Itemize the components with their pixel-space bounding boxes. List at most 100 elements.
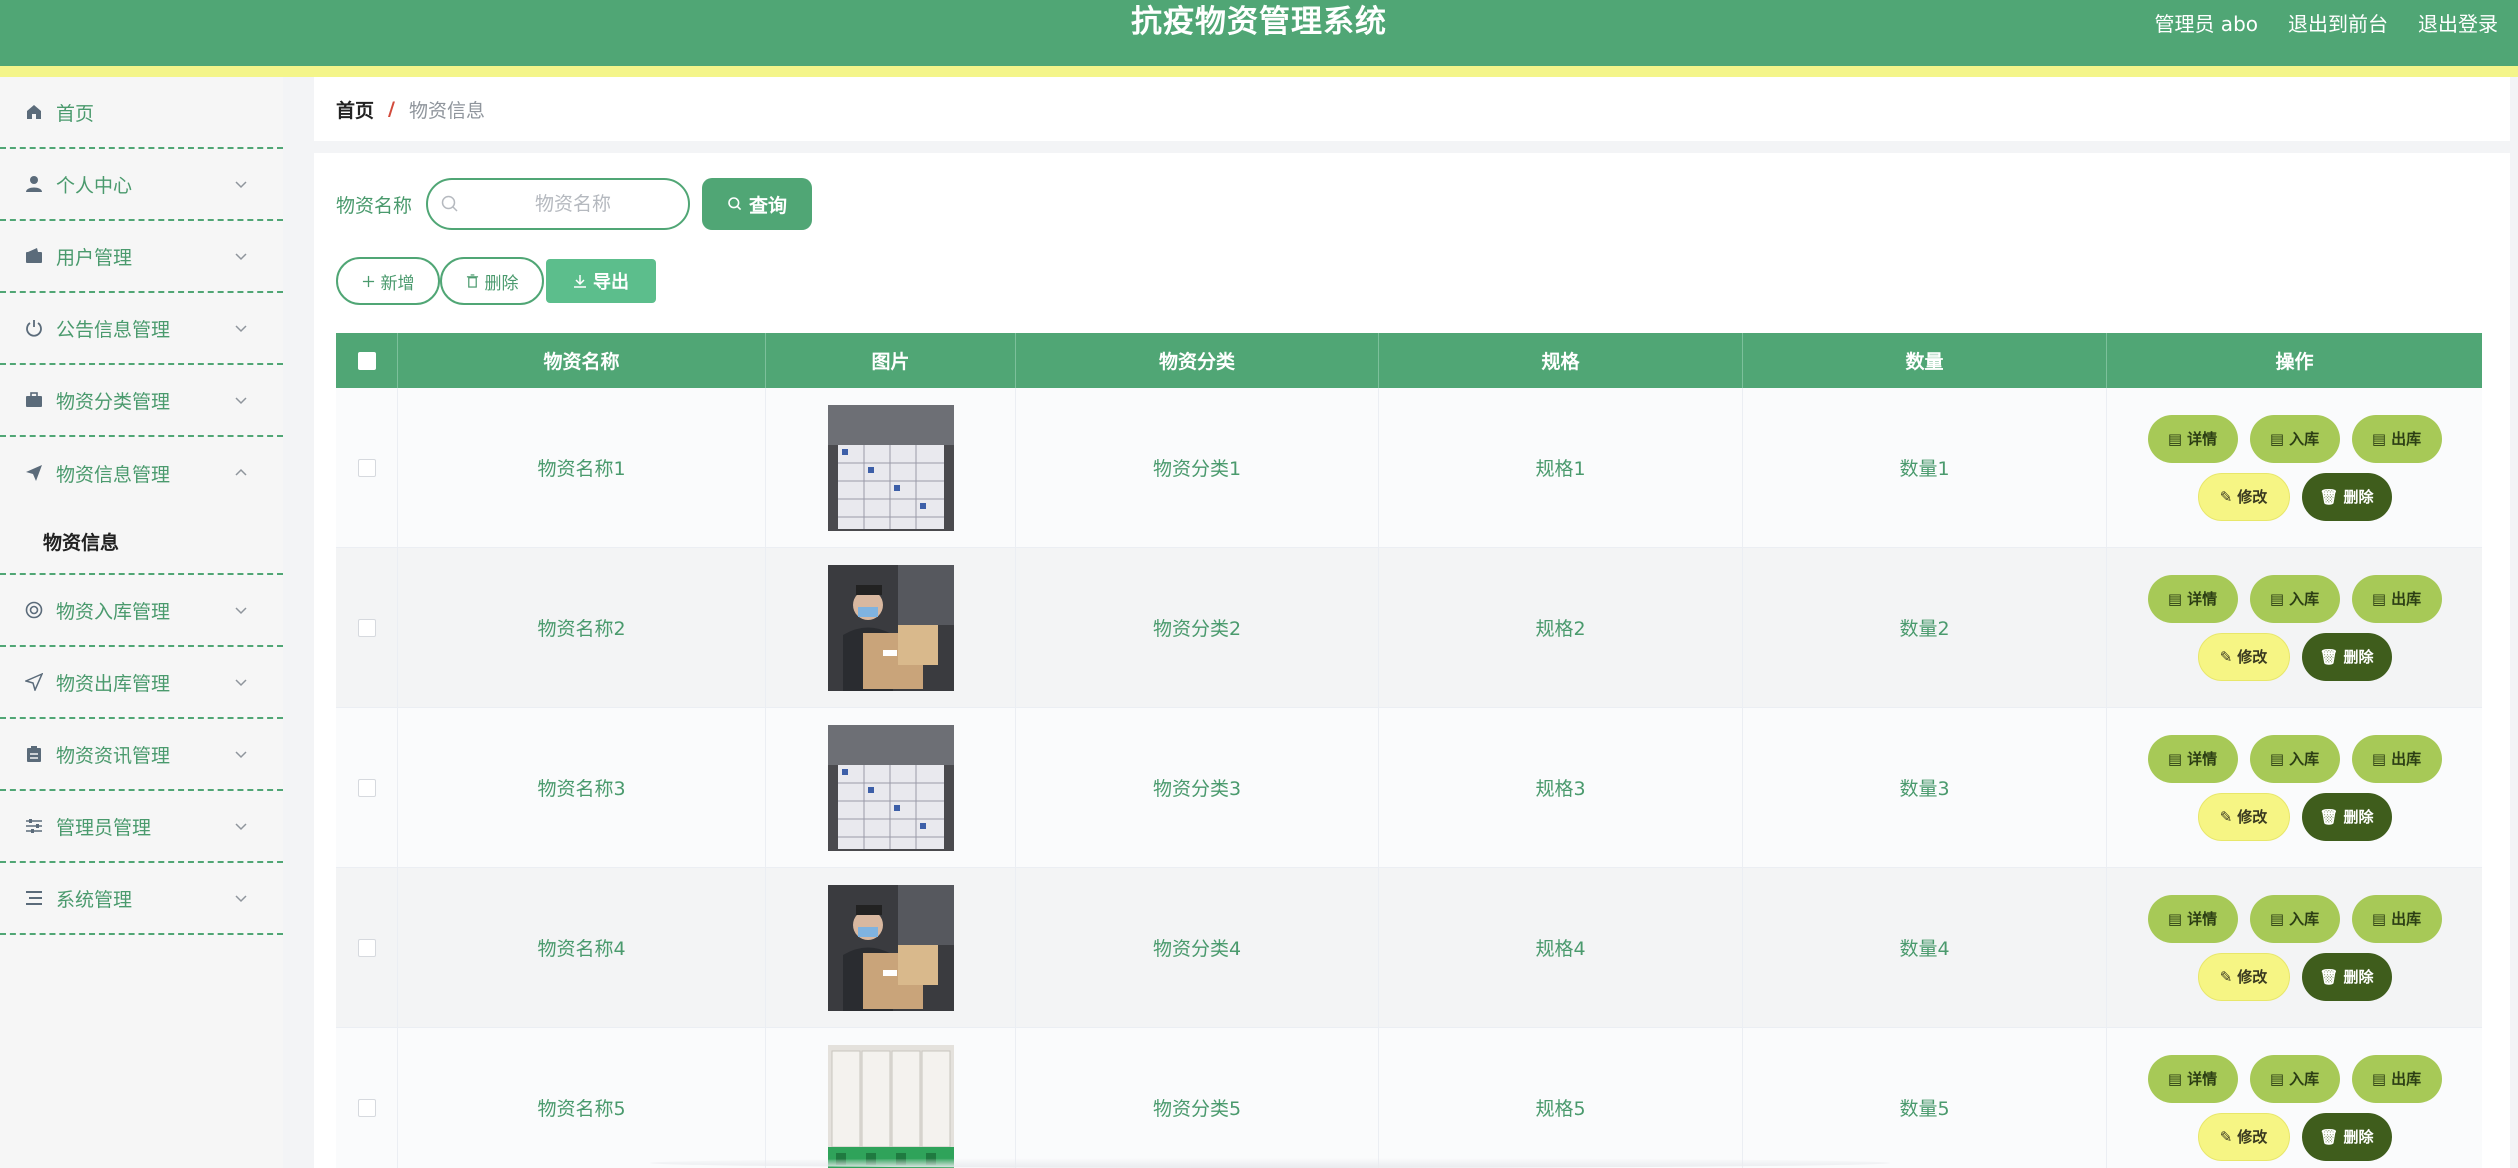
delete-button[interactable]: 🗑 删除	[2301, 472, 2392, 521]
breadcrumb-current: 物资信息	[408, 99, 485, 122]
stock-out-button-label: 出库	[2391, 1070, 2422, 1088]
stock-in-button[interactable]: ▤ 入库	[2249, 574, 2340, 623]
cell-category: 物资分类3	[1016, 708, 1379, 867]
cell-image	[766, 708, 1016, 867]
doc-icon: ▤	[2371, 909, 2387, 928]
stock-in-button-label: 入库	[2289, 910, 2320, 928]
search-input[interactable]	[468, 188, 679, 220]
sidebar-item-label: 物资分类管理	[56, 390, 171, 413]
material-photo-boxes[interactable]	[827, 404, 954, 531]
query-button[interactable]: 查询	[702, 178, 813, 230]
column-header-spec[interactable]: 规格	[1379, 333, 1743, 388]
column-header-name[interactable]: 物资名称	[398, 333, 766, 388]
row-select-cell	[336, 868, 398, 1027]
cell-actions: ▤ 详情 ▤ 入库 ▤ 出库 ✎ 修改 🗑 删除	[2107, 708, 2482, 867]
search-box	[426, 178, 691, 230]
pencil-icon: ✎	[2219, 1127, 2233, 1146]
sidebar-item-personal-center[interactable]: 个人中心	[0, 149, 283, 221]
detail-button-label: 详情	[2187, 1070, 2218, 1088]
stock-in-button[interactable]: ▤ 入库	[2249, 894, 2340, 943]
material-photo-person-with-box[interactable]	[827, 564, 954, 691]
edit-button[interactable]: ✎ 修改	[2197, 1112, 2290, 1161]
detail-button[interactable]: ▤ 详情	[2147, 1054, 2238, 1103]
chevron-down-icon	[235, 397, 247, 405]
breadcrumb-home[interactable]: 首页	[336, 96, 374, 123]
row-checkbox[interactable]	[357, 938, 376, 957]
sidebar-item-home[interactable]: 首页	[0, 77, 283, 149]
row-checkbox[interactable]	[357, 458, 376, 477]
logout-link[interactable]: 退出登录	[2418, 8, 2498, 37]
column-header-quantity[interactable]: 数量	[1743, 333, 2107, 388]
row-select-cell	[336, 548, 398, 707]
row-checkbox[interactable]	[357, 778, 376, 797]
cell-category: 物资分类5	[1016, 1028, 1379, 1168]
trash-icon: 🗑	[2319, 647, 2339, 666]
chevron-down-icon	[235, 181, 247, 189]
edit-button[interactable]: ✎ 修改	[2197, 632, 2290, 681]
doc-icon: ▤	[2167, 749, 2183, 768]
cell-category: 物资分类4	[1016, 868, 1379, 1027]
delete-button[interactable]: 🗑 删除	[2301, 632, 2392, 681]
delete-button-label: 删除	[2343, 968, 2374, 986]
sidebar-item-user-management[interactable]: 用户管理	[0, 221, 283, 293]
edit-button-label: 修改	[2237, 1128, 2268, 1146]
sidebar-item-category-management[interactable]: 物资分类管理	[0, 365, 283, 437]
stock-out-button[interactable]: ▤ 出库	[2351, 894, 2442, 943]
sidebar-item-label: 物资资讯管理	[56, 744, 171, 767]
edit-button[interactable]: ✎ 修改	[2197, 472, 2290, 521]
breadcrumb: 首页 / 物资信息	[314, 77, 2510, 141]
cell-name: 物资名称1	[398, 388, 766, 547]
row-checkbox[interactable]	[357, 1098, 376, 1117]
export-button[interactable]: 导出	[546, 259, 656, 303]
sidebar-item-system-management[interactable]: 系统管理	[0, 863, 283, 935]
stock-in-button-label: 入库	[2289, 750, 2320, 768]
detail-button[interactable]: ▤ 详情	[2147, 414, 2238, 463]
sidebar-subitem-material-info[interactable]: 物资信息	[43, 528, 119, 555]
stock-out-button[interactable]: ▤ 出库	[2351, 1054, 2442, 1103]
material-photo-warehouse-pallets[interactable]	[827, 1044, 954, 1168]
cell-image	[766, 388, 1016, 547]
detail-button[interactable]: ▤ 详情	[2147, 574, 2238, 623]
search-icon	[441, 195, 458, 212]
batch-delete-button[interactable]: 删除	[440, 257, 544, 305]
sidebar-item-news-management[interactable]: 物资资讯管理	[0, 719, 283, 791]
materials-table: 物资名称 图片 物资分类 规格 数量 操作 物资名称1 物资分类1 规格1 数量…	[336, 333, 2482, 1168]
add-button[interactable]: 新增	[336, 257, 440, 305]
edit-button[interactable]: ✎ 修改	[2197, 952, 2290, 1001]
sidebar-item-stock-in-management[interactable]: 物资入库管理	[0, 575, 283, 647]
cell-spec: 规格2	[1379, 548, 1743, 707]
stock-in-button[interactable]: ▤ 入库	[2249, 414, 2340, 463]
cell-quantity: 数量3	[1743, 708, 2107, 867]
stock-in-button[interactable]: ▤ 入库	[2249, 1054, 2340, 1103]
row-select-cell	[336, 708, 398, 867]
stock-out-button-label: 出库	[2391, 750, 2422, 768]
stock-out-button[interactable]: ▤ 出库	[2351, 734, 2442, 783]
add-button-label: 新增	[380, 273, 415, 294]
delete-button-label: 删除	[2343, 488, 2374, 506]
delete-button[interactable]: 🗑 删除	[2301, 952, 2392, 1001]
trash-icon: 🗑	[2319, 487, 2339, 506]
sidebar-item-announcement-management[interactable]: 公告信息管理	[0, 293, 283, 365]
select-all-checkbox[interactable]	[357, 351, 376, 370]
sidebar-item-material-info-management[interactable]: 物资信息管理	[0, 437, 283, 509]
edit-button[interactable]: ✎ 修改	[2197, 792, 2290, 841]
doc-icon: ▤	[2269, 429, 2285, 448]
stock-out-button[interactable]: ▤ 出库	[2351, 574, 2442, 623]
detail-button[interactable]: ▤ 详情	[2147, 894, 2238, 943]
detail-button[interactable]: ▤ 详情	[2147, 734, 2238, 783]
pencil-icon: ✎	[2219, 487, 2233, 506]
sidebar-item-stock-out-management[interactable]: 物资出库管理	[0, 647, 283, 719]
stock-in-button[interactable]: ▤ 入库	[2249, 734, 2340, 783]
sidebar-item-admin-management[interactable]: 管理员管理	[0, 791, 283, 863]
material-photo-boxes[interactable]	[827, 724, 954, 851]
delete-button[interactable]: 🗑 删除	[2301, 1112, 2392, 1161]
sidebar-item-label: 物资信息管理	[56, 463, 171, 486]
doc-icon: ▤	[2269, 589, 2285, 608]
stock-in-button-label: 入库	[2289, 1070, 2320, 1088]
column-header-category[interactable]: 物资分类	[1016, 333, 1379, 388]
stock-out-button[interactable]: ▤ 出库	[2351, 414, 2442, 463]
delete-button[interactable]: 🗑 删除	[2301, 792, 2392, 841]
row-checkbox[interactable]	[357, 618, 376, 637]
exit-to-frontend-link[interactable]: 退出到前台	[2288, 8, 2388, 37]
material-photo-person-with-box[interactable]	[827, 884, 954, 1011]
